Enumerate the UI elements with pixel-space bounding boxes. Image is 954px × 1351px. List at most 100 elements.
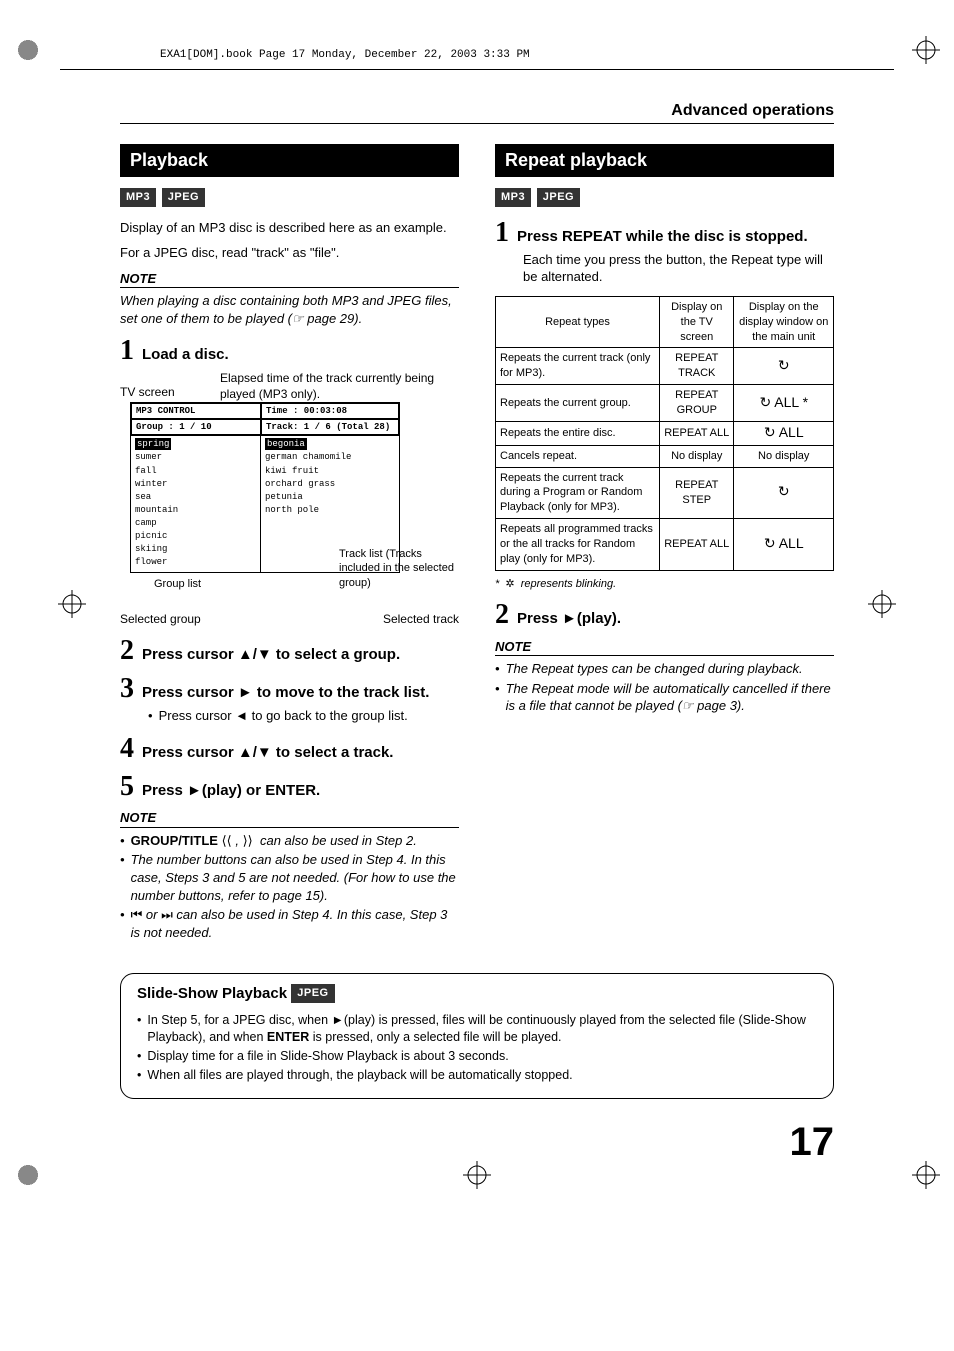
list-item: camp — [135, 517, 256, 529]
table-header: Repeat types — [496, 296, 660, 348]
note-item: •The Repeat types can be changed during … — [495, 660, 834, 678]
repeat-types-table: Repeat types Display on the TV screen Di… — [495, 296, 834, 571]
step-2: 2 Press cursor ▲/▼ to select a group. — [120, 637, 459, 665]
registration-mark-icon — [463, 1161, 491, 1189]
note-item: •The number buttons can also be used in … — [120, 851, 459, 904]
slide-text: When all files are played through, the p… — [147, 1067, 572, 1084]
slide-text: Display time for a file in Slide-Show Pl… — [147, 1048, 508, 1065]
mp3-control-title: MP3 CONTROL — [131, 403, 261, 419]
track-header: Track: 1 / 6 (Total 28) — [261, 419, 399, 435]
table-row: Repeats the entire disc.REPEAT ALL↻ ALL — [496, 421, 834, 445]
group-header: Group : 1 / 10 — [131, 419, 261, 435]
cell: Cancels repeat. — [496, 445, 660, 467]
step-text: Press cursor ► to move to the track list… — [142, 683, 429, 703]
crop-mark-icon — [14, 36, 42, 64]
cell: REPEAT TRACK — [660, 348, 734, 385]
table-row: Cancels repeat.No displayNo display — [496, 445, 834, 467]
time-display: Time : 00:03:08 — [261, 403, 399, 419]
slide-title-text: Slide-Show Playback — [137, 985, 287, 1002]
note-item: •⏮ or ⏭ can also be used in Step 4. In t… — [120, 906, 459, 941]
playback-header: Playback — [120, 144, 459, 176]
note-item: •GROUP/TITLE ⟨⟨ , ⟩⟩ can also be used in… — [120, 832, 459, 850]
intro-text: Display of an MP3 disc is described here… — [120, 219, 459, 237]
step-4: 4 Press cursor ▲/▼ to select a track. — [120, 735, 459, 763]
list-item: spring — [135, 438, 171, 450]
repeat-icon: ↻ — [778, 484, 790, 498]
footnote-star: * — [495, 578, 499, 590]
note-text: The Repeat types can be changed during p… — [506, 660, 803, 678]
slide-show-box: Slide-Show Playback JPEG •In Step 5, for… — [120, 973, 834, 1099]
repeat-all-icon: ↻ ALL * — [759, 395, 808, 409]
list-item: german chamomile — [265, 451, 395, 463]
list-item: petunia — [265, 491, 395, 503]
registration-mark-icon — [912, 1161, 940, 1189]
callout-group-list: Group list — [154, 577, 201, 592]
section-title-text: Advanced operations — [671, 100, 834, 122]
step-1: 1 Load a disc. — [120, 337, 459, 365]
slide-show-title: Slide-Show Playback JPEG — [137, 984, 817, 1004]
cell: Repeats the current track during a Progr… — [496, 467, 660, 519]
list-item: winter — [135, 478, 256, 490]
jpeg-tag: JPEG — [162, 188, 205, 207]
note-text: The Repeat mode will be automatically ca… — [506, 680, 834, 715]
left-column: Playback MP3 JPEG Display of an MP3 disc… — [120, 144, 459, 943]
blinking-icon: ✲ — [505, 578, 514, 590]
step-2: 2 Press ►(play). — [495, 601, 834, 629]
note-heading: NOTE — [120, 270, 459, 289]
step-text: Press REPEAT while the disc is stopped. — [517, 227, 808, 247]
cell: Repeats all programmed tracks or the all… — [496, 519, 660, 571]
footnote-text: represents blinking. — [521, 578, 616, 590]
note-text: The number buttons can also be used in S… — [131, 851, 459, 904]
section-title: Advanced operations — [120, 100, 834, 125]
cell: ↻ ALL — [734, 421, 834, 445]
slide-item: •Display time for a file in Slide-Show P… — [137, 1048, 817, 1065]
format-tags: MP3 JPEG — [120, 187, 459, 207]
registration-mark-icon — [868, 590, 896, 618]
mp3-tag: MP3 — [120, 188, 156, 207]
group-list: spring sumer fall winter sea mountain ca… — [131, 436, 261, 571]
list-item: sea — [135, 491, 256, 503]
cell: Repeats the entire disc. — [496, 421, 660, 445]
note-item: •The Repeat mode will be automatically c… — [495, 680, 834, 715]
notes-list: •The Repeat types can be changed during … — [495, 660, 834, 715]
mp3-tag: MP3 — [495, 188, 531, 207]
step-text: Press cursor ▲/▼ to select a group. — [142, 645, 400, 665]
step-3: 3 Press cursor ► to move to the track li… — [120, 675, 459, 703]
step-number: 3 — [120, 675, 134, 703]
step-number: 2 — [495, 601, 509, 629]
table-row: Repeats all programmed tracks or the all… — [496, 519, 834, 571]
note-body: When playing a disc containing both MP3 … — [120, 292, 459, 327]
cell: ↻ ALL — [734, 519, 834, 571]
step-text: Press ►(play). — [517, 609, 621, 629]
jpeg-tag: JPEG — [291, 984, 334, 1003]
list-item: orchard grass — [265, 478, 395, 490]
step-3-sub: •Press cursor ◄ to go back to the group … — [148, 707, 459, 725]
table-row: Repeats the current group.REPEAT GROUP↻ … — [496, 385, 834, 422]
step-text: Load a disc. — [142, 345, 229, 365]
repeat-all-icon: ↻ ALL — [764, 536, 804, 550]
slide-item: •In Step 5, for a JPEG disc, when ►(play… — [137, 1012, 817, 1046]
list-item: skiing — [135, 543, 256, 555]
list-item: picnic — [135, 530, 256, 542]
print-header: EXA1[DOM].book Page 17 Monday, December … — [60, 0, 894, 70]
cell: REPEAT ALL — [660, 421, 734, 445]
list-item: north pole — [265, 504, 395, 516]
step-number: 1 — [120, 337, 134, 365]
table-header: Display on the display window on the mai… — [734, 296, 834, 348]
callout-track-list: Track list (Tracks included in the selec… — [339, 547, 459, 592]
table-header: Display on the TV screen — [660, 296, 734, 348]
slide-item: •When all files are played through, the … — [137, 1067, 817, 1084]
cell: REPEAT ALL — [660, 519, 734, 571]
tv-screen-label: TV screen — [120, 384, 180, 400]
blinking-footnote: * ✲ represents blinking. — [495, 577, 834, 592]
format-tags: MP3 JPEG — [495, 187, 834, 207]
cell: Repeats the current group. — [496, 385, 660, 422]
step-number: 4 — [120, 735, 134, 763]
table-row: Repeats the current track (only for MP3)… — [496, 348, 834, 385]
note-heading: NOTE — [120, 809, 459, 828]
step-number: 5 — [120, 773, 134, 801]
step-text: Press cursor ▲/▼ to select a track. — [142, 743, 393, 763]
registration-mark-icon — [912, 36, 940, 64]
step-sub-text: Press cursor ◄ to go back to the group l… — [159, 707, 408, 725]
step-5: 5 Press ►(play) or ENTER. — [120, 773, 459, 801]
